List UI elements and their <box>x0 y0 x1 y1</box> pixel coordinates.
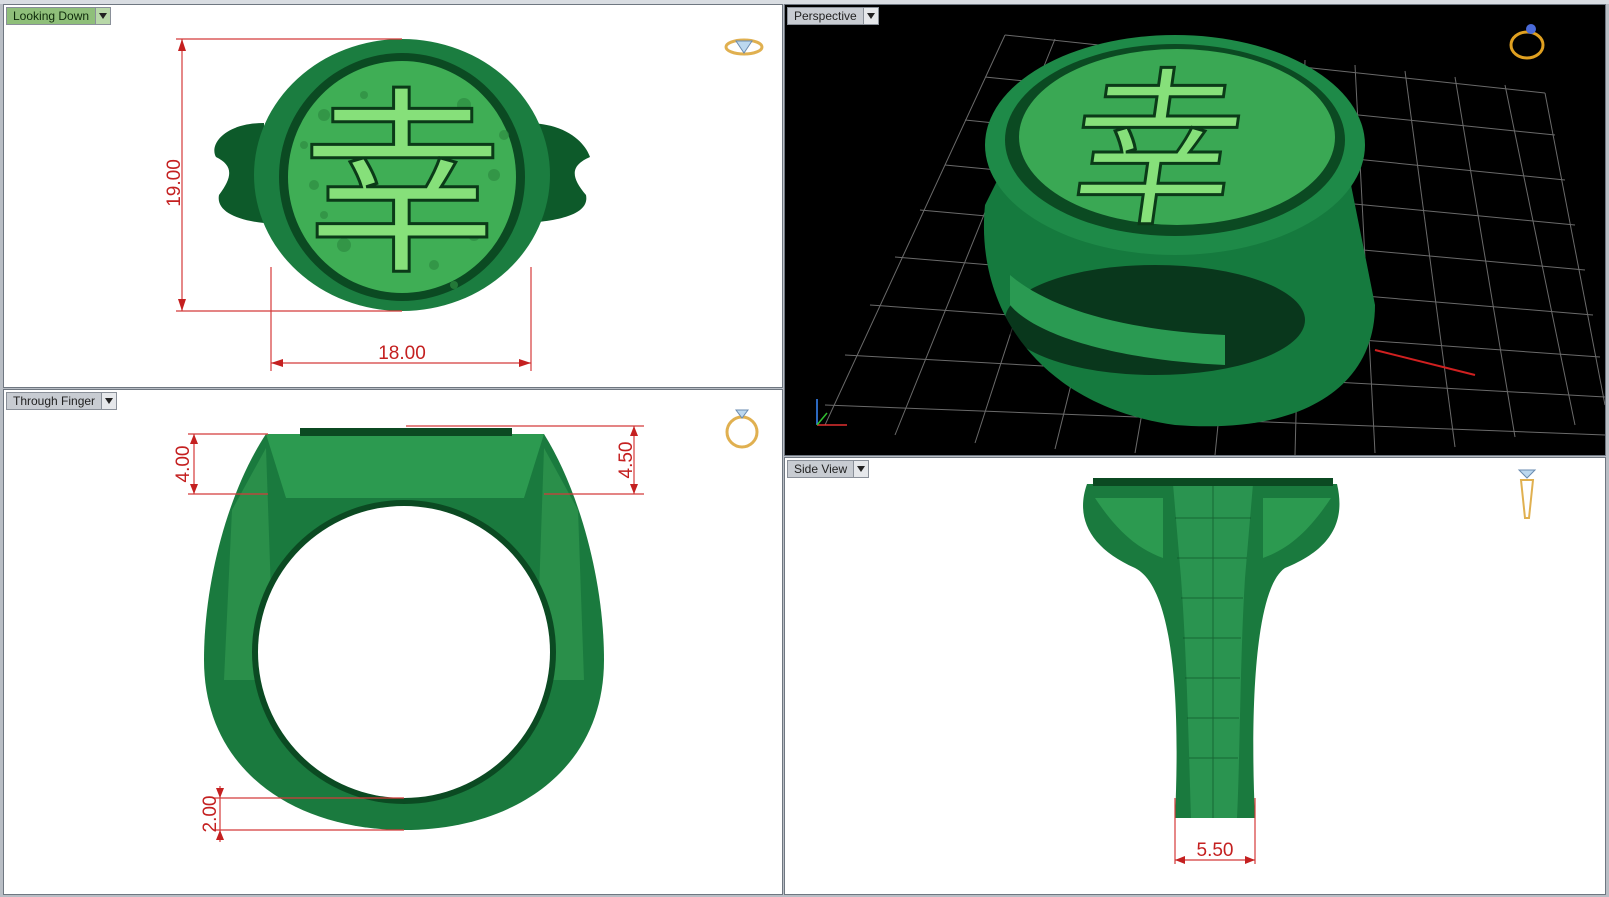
chevron-down-icon[interactable] <box>853 461 869 477</box>
dim-width-label: 18.00 <box>378 343 426 364</box>
dim-right-height-label: 4.50 <box>616 442 637 479</box>
dim-shank-label: 2.00 <box>200 796 221 833</box>
axis-icon <box>816 399 847 426</box>
chevron-down-icon[interactable] <box>95 8 111 24</box>
viewport-title: Perspective <box>794 9 857 23</box>
viewport-label-through-finger[interactable]: Through Finger <box>6 392 118 410</box>
character-glyph: 幸 <box>302 70 502 303</box>
viewport-side-view[interactable]: Side View 5.50 <box>784 457 1606 895</box>
through-finger-scene: 4.00 4.50 2.00 <box>173 409 759 842</box>
perspective-scene: 幸 <box>816 24 1605 455</box>
ring-perspective-icon[interactable] <box>1509 24 1545 60</box>
ring-front-icon[interactable] <box>725 409 759 449</box>
side-view-scene: 5.50 <box>1083 469 1537 864</box>
chevron-down-icon[interactable] <box>862 8 878 24</box>
viewport-title: Side View <box>794 462 848 476</box>
finger-hole <box>258 506 550 798</box>
viewport-looking-down[interactable]: Looking Down 幸 19.00 18.00 <box>3 4 783 388</box>
viewport-title: Looking Down <box>13 9 90 23</box>
viewport-through-finger[interactable]: Through Finger 4.00 4.50 2.00 <box>3 389 783 895</box>
viewport-label-looking-down[interactable]: Looking Down <box>6 7 112 25</box>
ring-side-icon[interactable] <box>1517 469 1537 519</box>
ring-diamond-icon[interactable] <box>724 38 764 56</box>
dim-left-height-label: 4.00 <box>173 446 194 483</box>
character-glyph: 幸 <box>1057 53 1255 251</box>
viewport-perspective[interactable]: Perspective 幸 <box>784 4 1606 456</box>
viewport-label-side-view[interactable]: Side View <box>787 460 870 478</box>
dim-base-width-label: 5.50 <box>1197 840 1234 861</box>
x-axis-line <box>1374 349 1476 376</box>
looking-down-scene: 幸 19.00 18.00 <box>164 38 764 371</box>
viewport-title: Through Finger <box>13 394 96 408</box>
dim-height-label: 19.00 <box>164 159 185 207</box>
chevron-down-icon[interactable] <box>101 393 117 409</box>
viewport-label-perspective[interactable]: Perspective <box>787 7 879 25</box>
